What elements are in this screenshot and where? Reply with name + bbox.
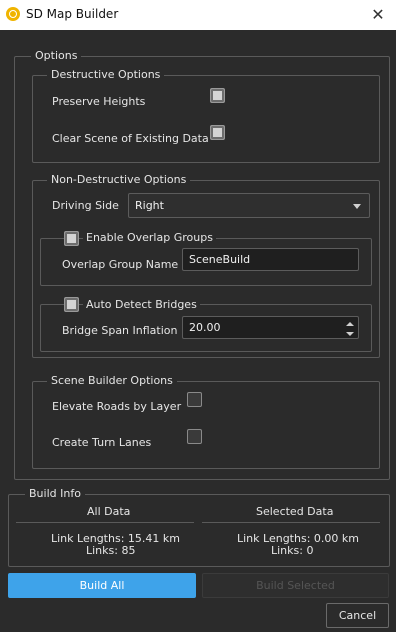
selected-links-count: Links: 0 <box>271 544 314 557</box>
auto-detect-bridges-label: Auto Detect Bridges <box>83 298 200 311</box>
create-turn-lanes-label: Create Turn Lanes <box>52 436 152 449</box>
all-links-count: Links: 85 <box>86 544 136 557</box>
title-bar: SD Map Builder ✕ <box>0 0 396 30</box>
selected-data-header: Selected Data <box>256 505 334 518</box>
build-selected-button[interactable]: Build Selected <box>202 573 389 598</box>
enable-overlap-groups-checkbox[interactable] <box>64 231 79 246</box>
elevate-roads-checkbox[interactable] <box>187 392 202 407</box>
options-legend: Options <box>31 49 82 63</box>
chevron-down-icon <box>353 204 361 209</box>
driving-side-value: Right <box>135 199 164 212</box>
spin-up-icon[interactable] <box>346 322 354 326</box>
bridge-span-inflation-spinbox[interactable]: 20.00 <box>182 316 359 339</box>
bridge-span-inflation-value: 20.00 <box>189 321 221 334</box>
window-title: SD Map Builder <box>26 7 119 21</box>
overlap-group-name-input[interactable]: SceneBuild <box>182 248 359 271</box>
all-data-header: All Data <box>87 505 131 518</box>
driving-side-label: Driving Side <box>52 199 119 212</box>
auto-detect-bridges-checkbox[interactable] <box>64 297 79 312</box>
all-data-divider <box>16 522 194 523</box>
scene-builder-options-legend: Scene Builder Options <box>47 374 177 388</box>
enable-overlap-groups-label: Enable Overlap Groups <box>83 231 216 244</box>
bridge-span-inflation-label: Bridge Span Inflation <box>62 324 178 337</box>
clear-scene-label: Clear Scene of Existing Data <box>52 132 209 145</box>
destructive-options-group: Destructive Options <box>32 68 380 163</box>
spinner-icon[interactable] <box>345 320 355 338</box>
build-all-button[interactable]: Build All <box>8 573 196 598</box>
preserve-heights-label: Preserve Heights <box>52 95 146 108</box>
destructive-options-legend: Destructive Options <box>47 68 165 82</box>
app-logo-icon <box>6 7 20 21</box>
create-turn-lanes-checkbox[interactable] <box>187 429 202 444</box>
cancel-button[interactable]: Cancel <box>326 603 389 628</box>
clear-scene-checkbox[interactable] <box>210 125 225 140</box>
scene-builder-options-group: Scene Builder Options <box>32 374 380 469</box>
overlap-group-name-value: SceneBuild <box>189 253 251 266</box>
selected-data-divider <box>202 522 380 523</box>
non-destructive-options-legend: Non-Destructive Options <box>47 173 191 187</box>
spin-down-icon[interactable] <box>346 332 354 336</box>
driving-side-select[interactable]: Right <box>128 193 370 218</box>
close-icon[interactable]: ✕ <box>360 0 396 30</box>
overlap-group-name-label: Overlap Group Name <box>62 258 179 271</box>
preserve-heights-checkbox[interactable] <box>210 88 225 103</box>
build-info-legend: Build Info <box>25 487 85 501</box>
elevate-roads-label: Elevate Roads by Layer <box>52 400 182 413</box>
